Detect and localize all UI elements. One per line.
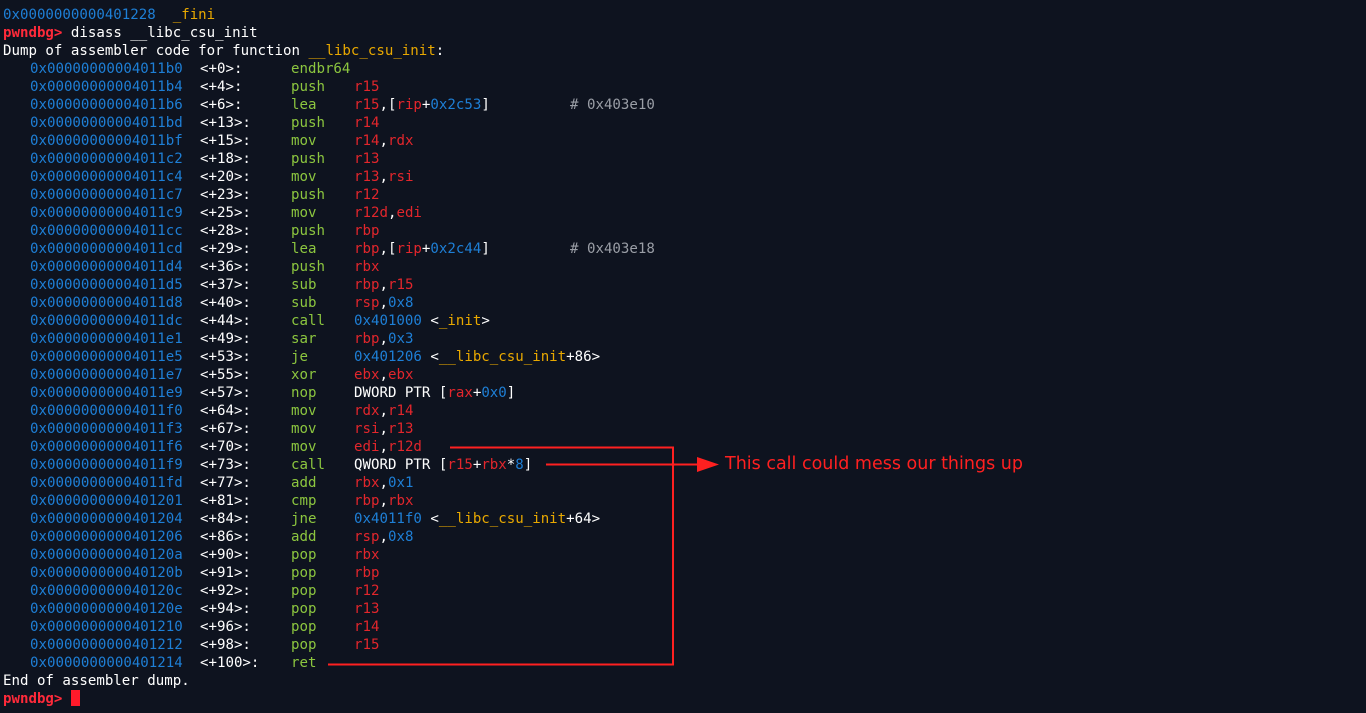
terminal[interactable]: 0x0000000000401228 _fini pwndbg> disass … <box>0 0 1366 713</box>
annotation-overlay <box>328 446 719 666</box>
annotation-bracket-line <box>328 446 674 666</box>
annotation-text: This call could mess our things up <box>725 454 1023 474</box>
annotation-arrow-head <box>697 457 719 472</box>
annotation-junction-dot <box>671 462 675 467</box>
